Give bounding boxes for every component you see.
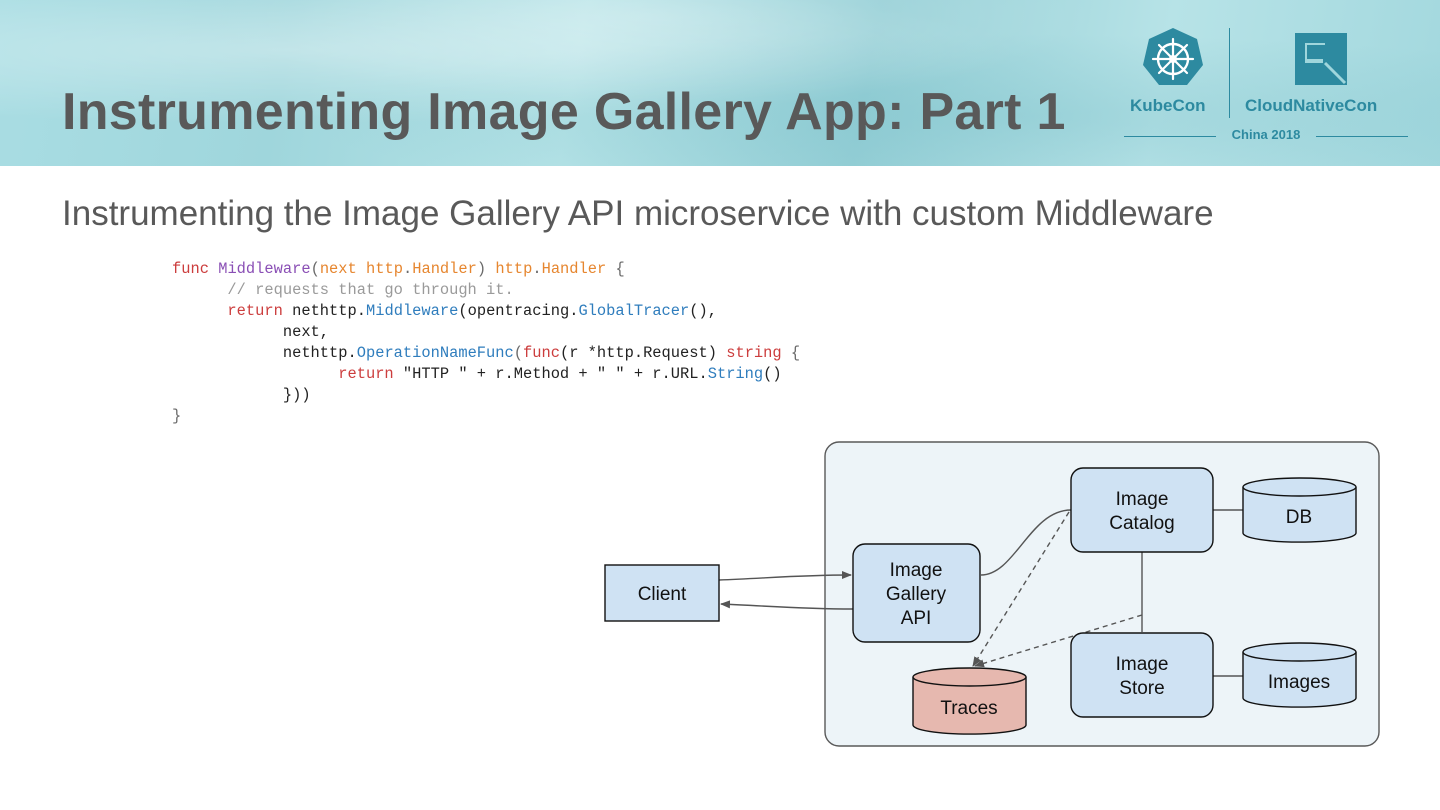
client-node: Client bbox=[604, 564, 720, 622]
image-gallery-api-node: Image Gallery API bbox=[852, 543, 981, 643]
client-label: Client bbox=[638, 584, 687, 605]
api-label-line-3: API bbox=[901, 608, 932, 629]
store-label-line-2: Store bbox=[1119, 678, 1164, 699]
catalog-label-line-2: Catalog bbox=[1109, 513, 1175, 534]
db-label: DB bbox=[1286, 507, 1312, 528]
api-label-line-2: Gallery bbox=[886, 584, 947, 605]
traces-label: Traces bbox=[940, 698, 997, 719]
images-label: Images bbox=[1268, 672, 1330, 693]
architecture-diagram: Client Image Gallery API Image Catalog I… bbox=[604, 441, 1380, 747]
catalog-label-line-1: Image bbox=[1116, 489, 1169, 510]
db-cylinder: DB bbox=[1242, 477, 1357, 543]
api-label-line-1: Image bbox=[890, 560, 943, 581]
image-catalog-node: Image Catalog bbox=[1070, 467, 1214, 553]
image-store-node: Image Store bbox=[1070, 632, 1214, 718]
store-label-line-1: Image bbox=[1116, 654, 1169, 675]
traces-cylinder: Traces bbox=[912, 667, 1027, 735]
images-cylinder: Images bbox=[1242, 642, 1357, 708]
